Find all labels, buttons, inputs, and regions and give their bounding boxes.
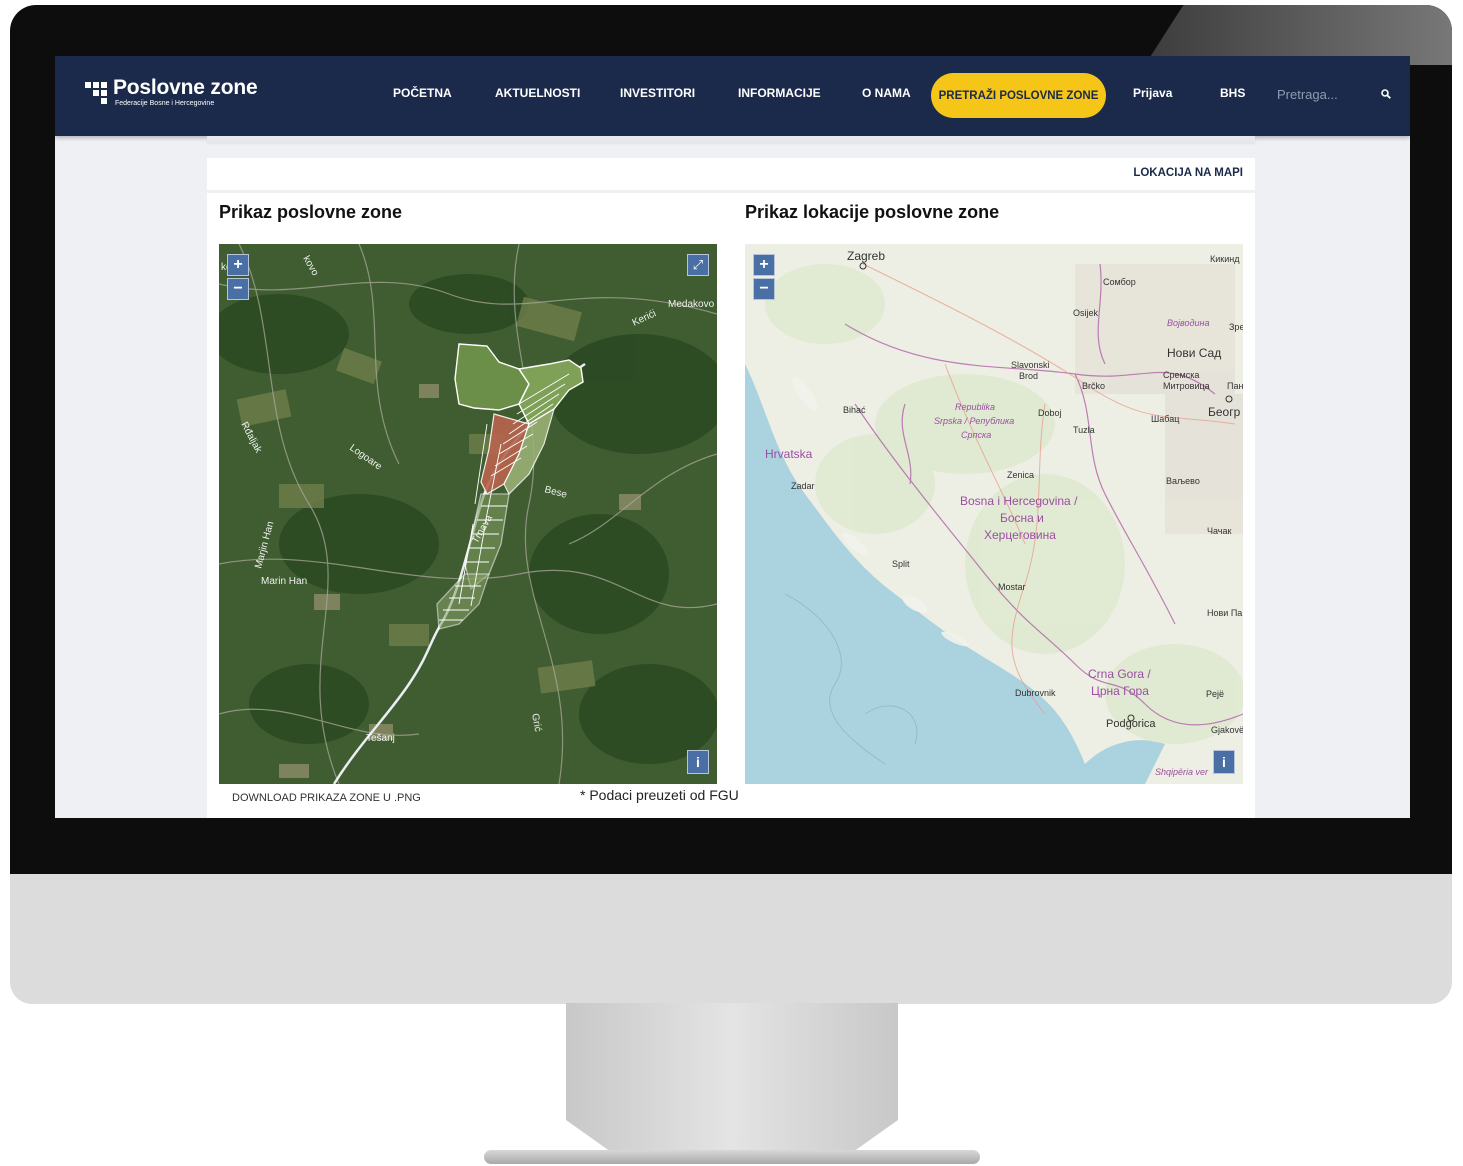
language-switch[interactable]: BHS [1220,86,1245,100]
map-label: Doboj [1038,408,1062,418]
map-label: Босна и [1000,511,1044,525]
map-label: Brod [1019,371,1038,381]
map-label: Brčko [1082,381,1105,391]
monitor-stand [566,1003,898,1153]
map-label: Bihać [843,405,866,415]
map-label: Пан [1227,381,1243,391]
map-label: Митровица [1163,381,1210,391]
info-icon[interactable]: i [1213,750,1235,774]
map-label: Нови Сад [1167,346,1221,360]
info-icon[interactable]: i [687,750,709,774]
nav-item-investitori[interactable]: INVESTITORI [620,86,695,100]
map-label: Slavonski [1011,360,1050,370]
map-label: Zenica [1007,470,1034,480]
map-label: Сремска [1163,370,1199,380]
zone-card: LOKACIJA NA MAPI Prikaz poslovne zone Pr… [207,158,1255,818]
map-label: Bosna i Hercegovina / [960,494,1078,508]
map-label: Zadar [791,481,815,491]
tab-location-on-map[interactable]: LOKACIJA NA MAPI [1133,167,1243,179]
map-label: Srpska / Република [934,416,1014,426]
map-label: Hrvatska [765,447,813,461]
nav-item-o-nama[interactable]: O NAMA [862,86,911,100]
nav-item-aktuelnosti[interactable]: AKTUELNOSTI [495,86,580,100]
map-label: Gjakovë [1211,725,1243,735]
map-label: Dubrovnik [1015,688,1056,698]
search-icon[interactable] [1381,89,1391,99]
logo-title: Poslovne zone [113,76,258,99]
map-label: Српска [961,430,991,440]
map-label: Кикинд [1210,254,1240,264]
map-label: Зре [1229,322,1243,332]
map-label: Војводина [1167,318,1209,328]
map-label: Zagreb [847,249,885,263]
map-label: Republika [955,402,995,412]
map-label: Шабац [1151,414,1179,424]
logo-subtitle: Federacije Bosne i Hercegovine [115,100,215,107]
monitor-chin [10,874,1452,1004]
fullscreen-icon[interactable]: ⤢ [687,254,709,276]
map-label: Беогр [1208,405,1241,419]
map-label: Нови Па [1207,608,1242,618]
map-label: Tuzla [1073,425,1095,435]
street-map-tiles: Zagreb Кикинд Сомбор Osijek Војводина Зр… [745,244,1243,784]
navbar: Poslovne zone Federacije Bosne i Hercego… [55,56,1410,136]
zoom-out-button[interactable]: − [227,278,249,300]
map-label: Split [892,559,910,569]
sub-header-strip [207,136,1255,142]
map-label: Shqipëria ver [1155,767,1209,777]
map-label: Ваљево [1166,476,1200,486]
location-overview-map[interactable]: Zagreb Кикинд Сомбор Osijek Војводина Зр… [745,244,1243,784]
map-label: Osijek [1073,308,1099,318]
zone-satellite-map[interactable]: kovo Medakovo Kerići Rđaljak Logoare Bes… [219,244,717,784]
zoom-out-button[interactable]: − [753,278,775,300]
zone-view-heading: Prikaz poslovne zone [219,202,403,222]
satellite-imagery: kovo Medakovo Kerići Rđaljak Logoare Bes… [219,244,717,784]
search-zones-button[interactable]: PRETRAŽI POSLOVNE ZONE [931,73,1106,118]
zoom-in-button[interactable]: + [753,254,775,276]
logo-mark-icon [85,82,107,104]
map-label: Podgorica [1106,718,1156,730]
monitor-stand-base [484,1150,980,1164]
map-label: Crna Gora / [1088,667,1151,681]
map-label: Medakovo [668,299,715,310]
nav-item-pocetna[interactable]: POČETNA [393,86,452,100]
nav-item-informacije[interactable]: INFORMACIJE [738,86,821,100]
download-png-link[interactable]: DOWNLOAD PRIKAZA ZONE U .PNG [232,792,421,804]
map-label: Mostar [998,582,1026,592]
map-label: Pejë [1206,689,1224,699]
login-link[interactable]: Prijava [1133,86,1172,100]
card-header: LOKACIJA NA MAPI [207,158,1255,193]
zoom-in-button[interactable]: + [227,254,249,276]
data-source-note: * Podaci preuzeti od FGU [580,787,739,803]
map-label: Marin Han [261,576,307,587]
map-label: Tešanj [366,733,395,744]
location-view-heading: Prikaz lokacije poslovne zone [745,202,1000,222]
search-input[interactable] [1277,82,1367,106]
map-label: Чачак [1207,526,1232,536]
screen: Poslovne zone Federacije Bosne i Hercego… [55,56,1410,818]
map-label: Сомбор [1103,277,1136,287]
map-label: Херцеговина [984,528,1056,542]
map-label: Црна Гора [1091,684,1149,698]
